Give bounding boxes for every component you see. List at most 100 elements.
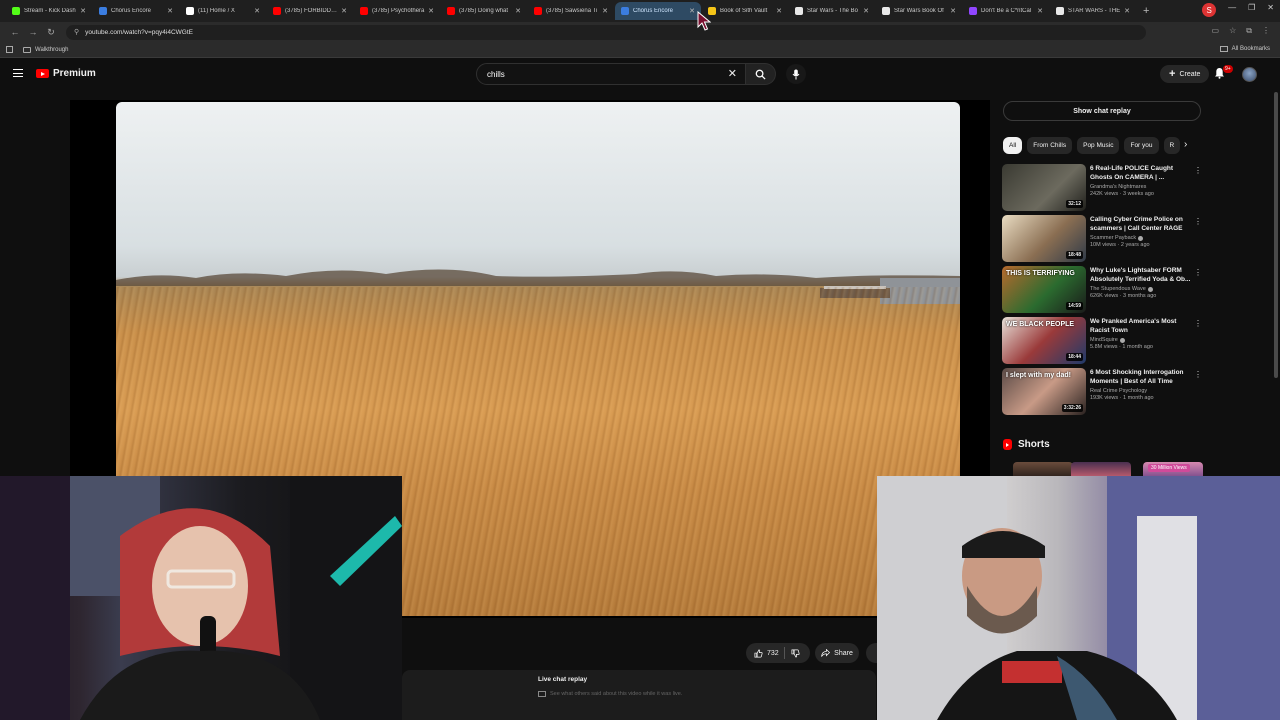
channel-name[interactable]: Grandma's Nightmares bbox=[1090, 184, 1194, 190]
browser-tab[interactable]: Star Wars Book Of ✕ bbox=[876, 2, 962, 20]
channel-name[interactable]: The Stupendous Wave bbox=[1090, 286, 1194, 292]
browser-tab[interactable]: Chorus Encore ✕ bbox=[93, 2, 179, 20]
close-tab-icon[interactable]: ✕ bbox=[689, 7, 695, 15]
video-title[interactable]: 6 Real-Life POLICE Caught Ghosts On CAME… bbox=[1090, 165, 1194, 182]
tab-title: Star Wars Book Of bbox=[894, 8, 944, 14]
close-tab-icon[interactable]: ✕ bbox=[254, 7, 260, 15]
profile-chip[interactable]: S bbox=[1202, 3, 1217, 17]
video-thumbnail[interactable]: 18:48 bbox=[1002, 215, 1086, 262]
cast-icon[interactable]: ▭ bbox=[1212, 26, 1220, 36]
filter-chip[interactable]: Pop Music bbox=[1077, 137, 1120, 154]
filter-chip[interactable]: For you bbox=[1124, 137, 1159, 154]
video-thumbnail[interactable]: 32:12 bbox=[1002, 164, 1086, 211]
browser-tab[interactable]: (11) Home / X ✕ bbox=[180, 2, 266, 20]
apps-grid-icon[interactable] bbox=[6, 46, 13, 53]
browser-tab[interactable]: STAR WARS - THE ✕ bbox=[1050, 2, 1136, 20]
all-bookmarks-button[interactable]: All Bookmarks bbox=[1219, 46, 1270, 52]
search-button[interactable] bbox=[746, 63, 776, 85]
search-input[interactable]: chills ✕ bbox=[476, 63, 746, 85]
close-tab-icon[interactable]: ✕ bbox=[341, 7, 347, 15]
browser-tab[interactable]: (3785) Doing what ✕ bbox=[441, 2, 527, 20]
close-tab-icon[interactable]: ✕ bbox=[863, 7, 869, 15]
video-title[interactable]: 6 Most Shocking Interrogation Moments | … bbox=[1090, 369, 1194, 386]
more-options-icon[interactable]: ⋮ bbox=[1194, 319, 1202, 328]
page-scrollbar[interactable] bbox=[1274, 92, 1278, 378]
bookmark-star-icon[interactable]: ☆ bbox=[1229, 26, 1236, 36]
channel-name[interactable]: MindSquire bbox=[1090, 337, 1194, 343]
more-options-icon[interactable]: ⋮ bbox=[1194, 268, 1202, 277]
channel-name[interactable]: Scammer Payback bbox=[1090, 235, 1194, 241]
channel-name[interactable]: Real Crime Psychology bbox=[1090, 388, 1194, 394]
video-title[interactable]: Why Luke's Lightsaber FORM Absolutely Te… bbox=[1090, 267, 1194, 284]
create-button[interactable]: + Create bbox=[1160, 65, 1210, 83]
video-duration: 18:48 bbox=[1066, 251, 1083, 259]
close-tab-icon[interactable]: ✕ bbox=[1124, 7, 1130, 15]
browser-menu-icon[interactable]: ⋮ bbox=[1262, 26, 1270, 36]
video-title[interactable]: We Pranked America's Most Racist Town bbox=[1090, 318, 1194, 335]
close-tab-icon[interactable]: ✕ bbox=[515, 7, 521, 15]
video-thumbnail[interactable]: I slept with my dad! 3:32:26 bbox=[1002, 368, 1086, 415]
more-options-icon[interactable]: ⋮ bbox=[1194, 370, 1202, 379]
close-tab-icon[interactable]: ✕ bbox=[428, 7, 434, 15]
recommended-video[interactable]: I slept with my dad! 3:32:26 6 Most Shocki… bbox=[1002, 368, 1202, 419]
restore-icon[interactable]: ❐ bbox=[1248, 3, 1255, 17]
share-button[interactable]: Share bbox=[815, 643, 859, 663]
back-icon[interactable]: ← bbox=[6, 27, 24, 37]
close-tab-icon[interactable]: ✕ bbox=[776, 7, 782, 15]
recommended-video[interactable]: WE BLACK PEOPLE 18:44 We Pranked America's… bbox=[1002, 317, 1202, 368]
close-tab-icon[interactable]: ✕ bbox=[1037, 7, 1043, 15]
close-tab-icon[interactable]: ✕ bbox=[167, 7, 173, 15]
share-icon bbox=[821, 649, 831, 657]
close-tab-icon[interactable]: ✕ bbox=[950, 7, 956, 15]
recommended-video[interactable]: 18:48 Calling Cyber Crime Police on scamm… bbox=[1002, 215, 1202, 266]
filter-chip[interactable]: R bbox=[1163, 137, 1181, 154]
filter-chip[interactable]: From Chills bbox=[1027, 137, 1073, 154]
browser-tab[interactable]: Book of Sith Vault ✕ bbox=[702, 2, 788, 20]
browser-tab[interactable]: Chorus Encore ✕ bbox=[615, 2, 701, 20]
recommended-video[interactable]: 32:12 6 Real-Life POLICE Caught Ghosts On… bbox=[1002, 164, 1202, 215]
url-field[interactable]: ⚲ youtube.com/watch?v=pqy4i4CWGtE bbox=[66, 24, 1146, 40]
more-options-icon[interactable]: ⋮ bbox=[1194, 166, 1202, 175]
browser-tab[interactable]: (3785) Psychothera ✕ bbox=[354, 2, 440, 20]
video-thumbnail[interactable]: WE BLACK PEOPLE 18:44 bbox=[1002, 317, 1086, 364]
thumbs-down-icon[interactable] bbox=[791, 649, 800, 658]
tab-title: Don't Be a C*ntCal bbox=[981, 8, 1032, 14]
chevron-right-icon[interactable]: › bbox=[1184, 139, 1187, 150]
youtube-header: Premium chills ✕ + Create 9+ bbox=[0, 58, 1280, 92]
recommended-video[interactable]: THIS IS TERRIFYING 14:59 Why Luke's Lights… bbox=[1002, 266, 1202, 317]
browser-tab[interactable]: Don't Be a C*ntCal ✕ bbox=[963, 2, 1049, 20]
extensions-icon[interactable]: ⧉ bbox=[1246, 26, 1252, 36]
close-window-icon[interactable]: ✕ bbox=[1267, 3, 1274, 17]
voice-search-button[interactable] bbox=[786, 64, 806, 84]
logo-text: Premium bbox=[53, 68, 96, 79]
more-options-icon[interactable]: ⋮ bbox=[1194, 217, 1202, 226]
reload-icon[interactable]: ↻ bbox=[42, 27, 60, 38]
thumbnail-text: WE BLACK PEOPLE bbox=[1006, 321, 1075, 328]
clear-search-icon[interactable]: ✕ bbox=[728, 67, 737, 80]
browser-tab[interactable]: Stream - Kick Dash ✕ bbox=[6, 2, 92, 20]
youtube-logo[interactable]: Premium bbox=[36, 68, 96, 79]
browser-tab[interactable]: Star Wars - The Bo ✕ bbox=[789, 2, 875, 20]
menu-icon[interactable] bbox=[13, 69, 23, 77]
close-tab-icon[interactable]: ✕ bbox=[602, 7, 608, 15]
channel-label: Real Crime Psychology bbox=[1090, 388, 1148, 394]
video-title[interactable]: Calling Cyber Crime Police on scammers |… bbox=[1090, 216, 1194, 233]
video-thumbnail[interactable]: THIS IS TERRIFYING 14:59 bbox=[1002, 266, 1086, 313]
site-info-icon[interactable]: ⚲ bbox=[74, 28, 79, 36]
video-meta: 10M views · 2 years ago bbox=[1090, 242, 1150, 248]
youtube-play-icon bbox=[36, 69, 49, 78]
show-chat-replay-button[interactable]: Show chat replay bbox=[1003, 101, 1201, 121]
browser-tab[interactable]: (3785) FORBIDDEN ✕ bbox=[267, 2, 353, 20]
new-tab-button[interactable]: + bbox=[1143, 5, 1149, 17]
search-bar: chills ✕ bbox=[476, 63, 776, 85]
video-info: 6 Most Shocking Interrogation Moments | … bbox=[1090, 368, 1194, 419]
like-button[interactable]: 732 bbox=[746, 643, 810, 663]
forward-icon[interactable]: → bbox=[24, 27, 42, 37]
like-count: 732 bbox=[767, 649, 779, 657]
browser-tab[interactable]: (3785) Sawsiena Ti ✕ bbox=[528, 2, 614, 20]
account-avatar[interactable] bbox=[1242, 67, 1257, 82]
minimize-icon[interactable]: — bbox=[1228, 3, 1236, 17]
filter-chip[interactable]: All bbox=[1003, 137, 1023, 154]
close-tab-icon[interactable]: ✕ bbox=[80, 7, 86, 15]
bookmark-folder[interactable]: Walkthrough bbox=[23, 46, 68, 53]
